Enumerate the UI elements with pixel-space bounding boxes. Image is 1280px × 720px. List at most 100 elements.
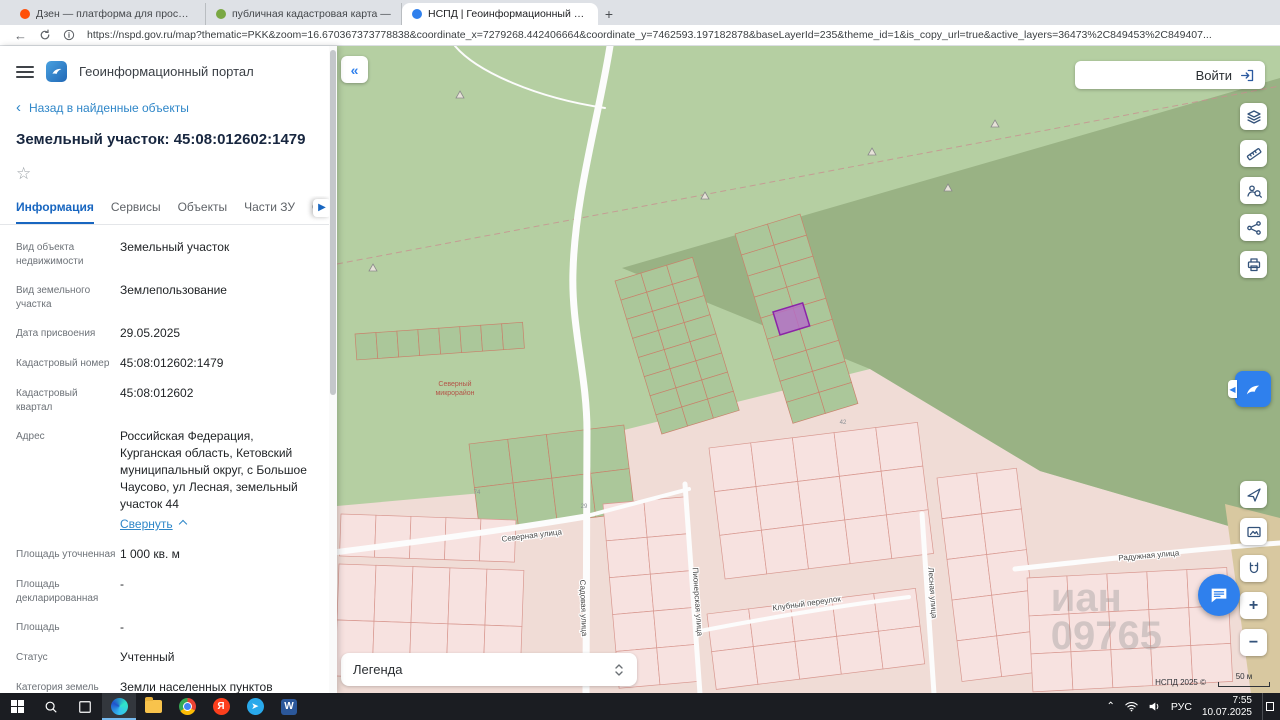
taskbar-yandex-button[interactable]: Я bbox=[204, 693, 238, 720]
new-tab-button[interactable]: + bbox=[598, 3, 620, 25]
locate-button[interactable] bbox=[1240, 481, 1267, 508]
taskbar-search-button[interactable] bbox=[34, 693, 68, 720]
parcel[interactable] bbox=[750, 437, 799, 487]
taskbar-telegram-button[interactable]: ➤ bbox=[238, 693, 272, 720]
parcel[interactable] bbox=[981, 508, 1027, 555]
parcel[interactable] bbox=[480, 323, 504, 352]
parcel[interactable] bbox=[936, 472, 983, 520]
parcel[interactable] bbox=[373, 564, 414, 623]
sidebar-scrollbar[interactable] bbox=[329, 46, 337, 693]
parcel[interactable] bbox=[986, 549, 1032, 596]
parcel[interactable] bbox=[643, 496, 689, 538]
tool-collapse-tab[interactable]: ◀ bbox=[1228, 380, 1237, 398]
parcel[interactable] bbox=[459, 324, 483, 353]
parcel[interactable] bbox=[1108, 609, 1152, 651]
parcel[interactable] bbox=[609, 573, 654, 615]
parcel[interactable] bbox=[1070, 649, 1114, 691]
parcel[interactable] bbox=[468, 438, 514, 489]
parcel[interactable] bbox=[501, 321, 525, 351]
parcel[interactable] bbox=[713, 486, 762, 536]
measure-button[interactable] bbox=[1240, 140, 1267, 167]
zoom-out-button[interactable]: − bbox=[1240, 629, 1267, 656]
parcel[interactable] bbox=[612, 610, 658, 652]
parcel[interactable] bbox=[791, 432, 840, 482]
parcel[interactable] bbox=[880, 465, 929, 516]
print-button[interactable] bbox=[1240, 251, 1267, 278]
notification-center-button[interactable] bbox=[1262, 693, 1276, 720]
scrollbar-thumb[interactable] bbox=[330, 50, 336, 395]
back-icon[interactable]: ← bbox=[14, 29, 27, 42]
collapse-panel-button[interactable]: « bbox=[341, 56, 368, 83]
parcel[interactable] bbox=[649, 570, 695, 612]
parcel[interactable] bbox=[802, 519, 851, 570]
magnet-button[interactable] bbox=[1240, 555, 1267, 582]
parcel[interactable] bbox=[761, 524, 809, 575]
site-info-icon[interactable] bbox=[63, 29, 75, 41]
share-button[interactable] bbox=[1240, 214, 1267, 241]
parcel[interactable] bbox=[1030, 651, 1074, 693]
parcel[interactable] bbox=[653, 607, 698, 649]
taskbar-explorer-button[interactable] bbox=[136, 693, 170, 720]
parcel[interactable] bbox=[951, 594, 998, 642]
object-search-button[interactable] bbox=[1240, 177, 1267, 204]
parcel[interactable] bbox=[484, 568, 525, 627]
zoom-in-button[interactable]: + bbox=[1240, 592, 1267, 619]
panel-tab[interactable]: Сервисы bbox=[111, 196, 161, 224]
menu-icon[interactable] bbox=[16, 65, 34, 78]
browser-tab[interactable]: НСПД | Геоинформационный пор... bbox=[402, 3, 598, 25]
parcel[interactable] bbox=[755, 481, 804, 531]
parcel[interactable] bbox=[375, 330, 400, 359]
parcel[interactable] bbox=[873, 588, 921, 632]
taskbar-chrome-button[interactable] bbox=[170, 693, 204, 720]
browser-tab[interactable]: Дзен — платформа для просмо... bbox=[10, 3, 206, 25]
back-to-results-link[interactable]: ‹ Назад в найденные объекты bbox=[0, 92, 337, 115]
map-canvas[interactable]: Северная улицаСадовая улица Пионерская ул… bbox=[337, 46, 1280, 693]
parcel[interactable] bbox=[1066, 573, 1110, 615]
legend-toggle[interactable]: Легенда bbox=[341, 653, 637, 686]
parcel[interactable] bbox=[1146, 569, 1190, 611]
url-field[interactable]: https://nspd.gov.ru/map?thematic=PKK&zoo… bbox=[87, 29, 1266, 41]
clock[interactable]: 7:55 10.07.2025 bbox=[1202, 695, 1252, 718]
panel-tab[interactable]: Объекты bbox=[178, 196, 228, 224]
parcel[interactable] bbox=[875, 422, 924, 472]
parcel[interactable] bbox=[752, 641, 801, 685]
collapse-address-link[interactable]: Свернуть bbox=[120, 516, 187, 533]
browser-tab[interactable]: публичная кадастровая карта — bbox=[206, 3, 402, 25]
parcel[interactable] bbox=[410, 566, 451, 625]
parcel[interactable] bbox=[507, 434, 553, 484]
parcel[interactable] bbox=[605, 536, 651, 579]
tray-expand-icon[interactable]: ⌃ bbox=[1107, 701, 1115, 712]
parcel[interactable] bbox=[417, 327, 441, 356]
taskbar-word-button[interactable]: W bbox=[272, 693, 306, 720]
parcel[interactable] bbox=[1068, 611, 1112, 653]
parcel[interactable] bbox=[877, 625, 926, 670]
parcel[interactable] bbox=[976, 467, 1022, 515]
parcel[interactable] bbox=[836, 630, 884, 675]
overview-button[interactable] bbox=[1240, 518, 1267, 545]
parcel[interactable] bbox=[711, 646, 759, 690]
parcel[interactable] bbox=[337, 563, 377, 622]
parcel[interactable] bbox=[646, 533, 692, 575]
parcel[interactable] bbox=[794, 635, 842, 680]
parcel[interactable] bbox=[1028, 613, 1072, 655]
parcel[interactable] bbox=[833, 427, 882, 477]
parcel[interactable] bbox=[708, 442, 757, 493]
parcel[interactable] bbox=[946, 554, 993, 601]
parcel[interactable] bbox=[1026, 575, 1070, 617]
chat-button[interactable] bbox=[1198, 574, 1240, 616]
parcel[interactable] bbox=[447, 567, 488, 626]
parcel[interactable] bbox=[438, 326, 462, 355]
parcel[interactable] bbox=[656, 643, 702, 686]
parcel[interactable] bbox=[797, 475, 846, 526]
parcel[interactable] bbox=[719, 529, 768, 580]
taskbar-edge-button[interactable] bbox=[102, 693, 136, 720]
panel-tab[interactable]: Информация bbox=[16, 196, 94, 224]
language-indicator[interactable]: РУС bbox=[1171, 701, 1192, 713]
task-view-button[interactable] bbox=[68, 693, 102, 720]
start-button[interactable] bbox=[0, 693, 34, 720]
favorite-star-icon[interactable]: ☆ bbox=[0, 150, 40, 184]
parcel[interactable] bbox=[941, 513, 988, 560]
parcel[interactable] bbox=[1110, 647, 1154, 689]
parcel[interactable] bbox=[844, 514, 893, 565]
parcel[interactable] bbox=[839, 470, 887, 521]
